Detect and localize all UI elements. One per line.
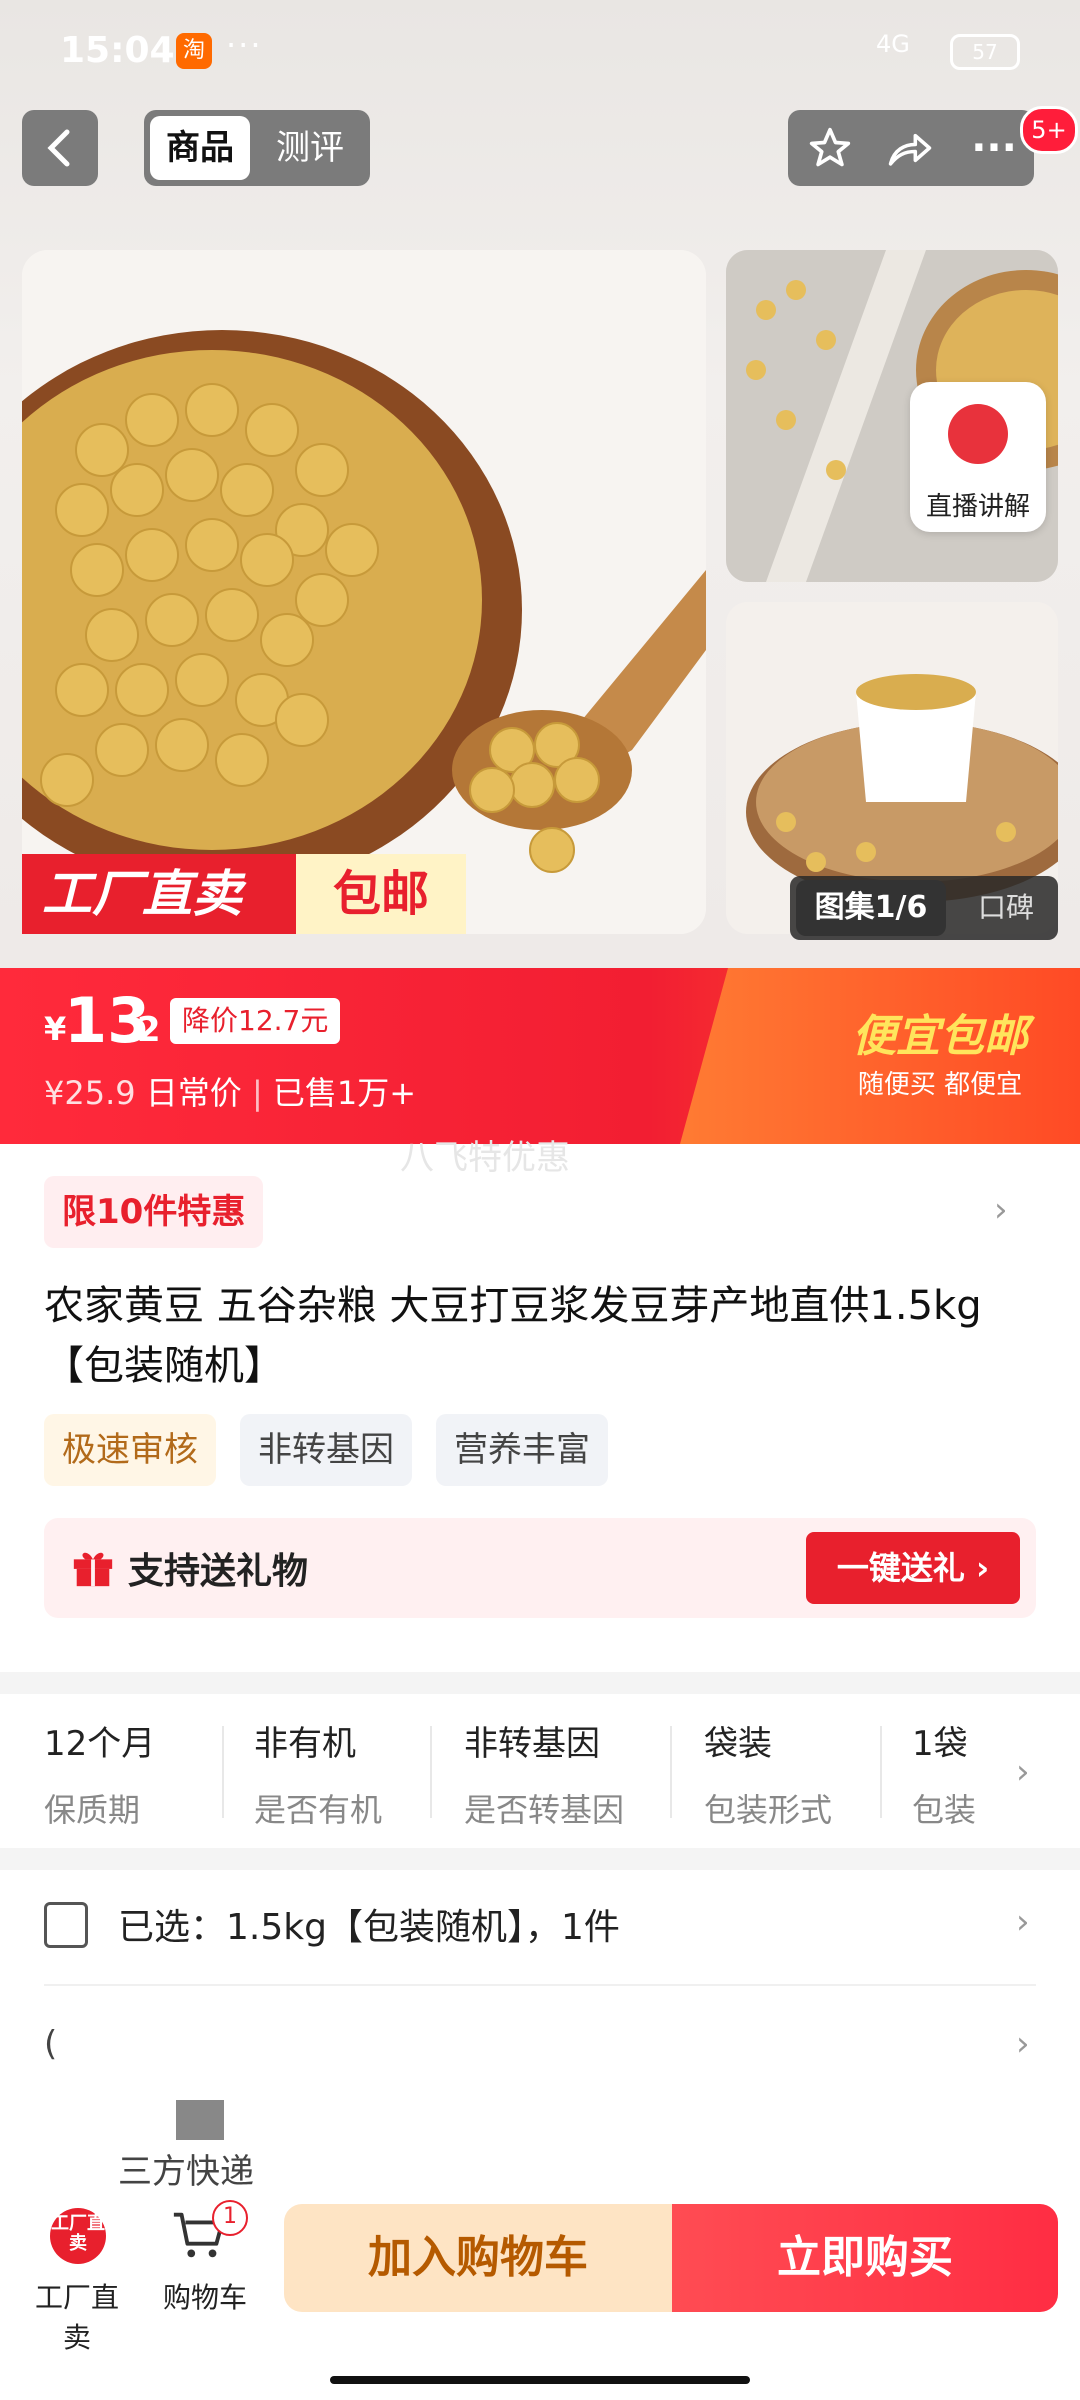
status-time: 15:04	[60, 30, 175, 71]
attributes-chevron-icon[interactable]: ›	[1016, 1752, 1030, 1792]
home-indicator[interactable]	[330, 2376, 750, 2384]
factory-direct-label[interactable]: 工厂直卖	[22, 2276, 132, 2356]
selected-sku[interactable]: 已选：1.5kg【包装随机】，1件	[118, 1898, 620, 1950]
buy-now-button[interactable]: 立即购买	[672, 2204, 1058, 2312]
send-gift-label: 一键送礼	[836, 1549, 965, 1587]
price-currency: ¥	[44, 1010, 67, 1048]
selection-chevron-icon[interactable]: ›	[1016, 1902, 1030, 1942]
gift-support-text: 支持送礼物	[128, 1551, 309, 1592]
favorite-button[interactable]	[790, 110, 870, 186]
price-subline: ¥25.9 日常价 | 已售1万+	[44, 1074, 417, 1112]
sku-icon	[44, 1902, 88, 1948]
promo-subtitle: 随便买 都便宜	[857, 1070, 1023, 1100]
add-to-cart-button[interactable]: 加入购物车	[284, 2204, 672, 2312]
promo-title: 便宜包邮	[852, 1011, 1028, 1062]
chevron-right-icon[interactable]: ›	[994, 1190, 1008, 1230]
price-drop-badge: 降价12.7元	[170, 998, 341, 1044]
tag-nutrition: 营养丰富	[436, 1414, 608, 1486]
free-shipping-tag: 包邮	[296, 854, 466, 934]
price-decimal: .2	[124, 1010, 161, 1050]
taobao-app-icon: 淘	[176, 33, 212, 69]
attr-divider	[670, 1726, 672, 1818]
tab-review[interactable]: 测评	[260, 116, 360, 180]
attr-package-form: 袋装 包装形式	[704, 1724, 833, 1829]
more-icon: ···	[971, 125, 1017, 171]
shipping-method-label: 三方快递	[118, 2152, 254, 2192]
share-icon	[888, 133, 932, 166]
original-price: ¥25.9	[44, 1074, 136, 1112]
factory-direct-tag: 工厂直卖	[22, 854, 312, 934]
cart-label[interactable]: 购物车	[150, 2276, 260, 2316]
attr-divider	[222, 1726, 224, 1818]
message-badge: 5+	[1020, 106, 1078, 154]
section-divider	[0, 1672, 1080, 1694]
attr-divider	[430, 1726, 432, 1818]
row-divider	[44, 1984, 1036, 1986]
tag-fast-review: 极速审核	[44, 1414, 216, 1486]
shipping-row[interactable]: (	[44, 2024, 57, 2064]
back-button[interactable]	[22, 110, 98, 186]
gallery-button[interactable]: 图集1/6	[796, 880, 946, 936]
send-gift-button[interactable]: 一键送礼 ›	[806, 1532, 1020, 1604]
daily-price-label: 日常价	[145, 1074, 242, 1112]
reviews-button[interactable]: 口碑	[956, 880, 1056, 936]
live-icon	[948, 404, 1008, 464]
soybean-bowl-image	[22, 250, 706, 934]
attr-gmo: 非转基因 是否转基因	[464, 1724, 625, 1829]
shipping-thumbnail	[176, 2100, 224, 2140]
chevron-left-icon	[47, 129, 70, 167]
section-divider	[0, 1848, 1080, 1870]
gift-icon	[70, 1544, 116, 1590]
live-explain-label: 直播讲解	[925, 492, 1030, 522]
network-indicator: 4G	[876, 30, 910, 58]
attr-divider	[880, 1726, 882, 1818]
factory-direct-icon[interactable]: 工厂直卖	[50, 2208, 106, 2264]
product-main-image[interactable]	[22, 250, 706, 934]
watermark: 八飞特优惠	[400, 1138, 570, 1178]
battery-indicator: 57	[950, 34, 1020, 70]
sold-count: 已售1万+	[272, 1074, 417, 1112]
tab-product[interactable]: 商品	[150, 116, 250, 180]
star-icon	[809, 127, 851, 167]
tag-non-gmo: 非转基因	[240, 1414, 412, 1486]
attr-package: 1袋 包装	[912, 1724, 977, 1829]
attr-organic: 非有机 是否有机	[254, 1724, 383, 1829]
limited-offer-tag[interactable]: 限10件特惠	[44, 1176, 264, 1248]
status-dots: ···	[226, 26, 263, 64]
product-title: 农家黄豆 五谷杂粮 大豆打豆浆发豆芽产地直供1.5kg【包装随机】	[44, 1283, 982, 1389]
cart-count-badge: 1	[212, 2200, 248, 2236]
shipping-chevron-icon[interactable]: ›	[1016, 2024, 1030, 2064]
share-button[interactable]	[870, 110, 950, 186]
